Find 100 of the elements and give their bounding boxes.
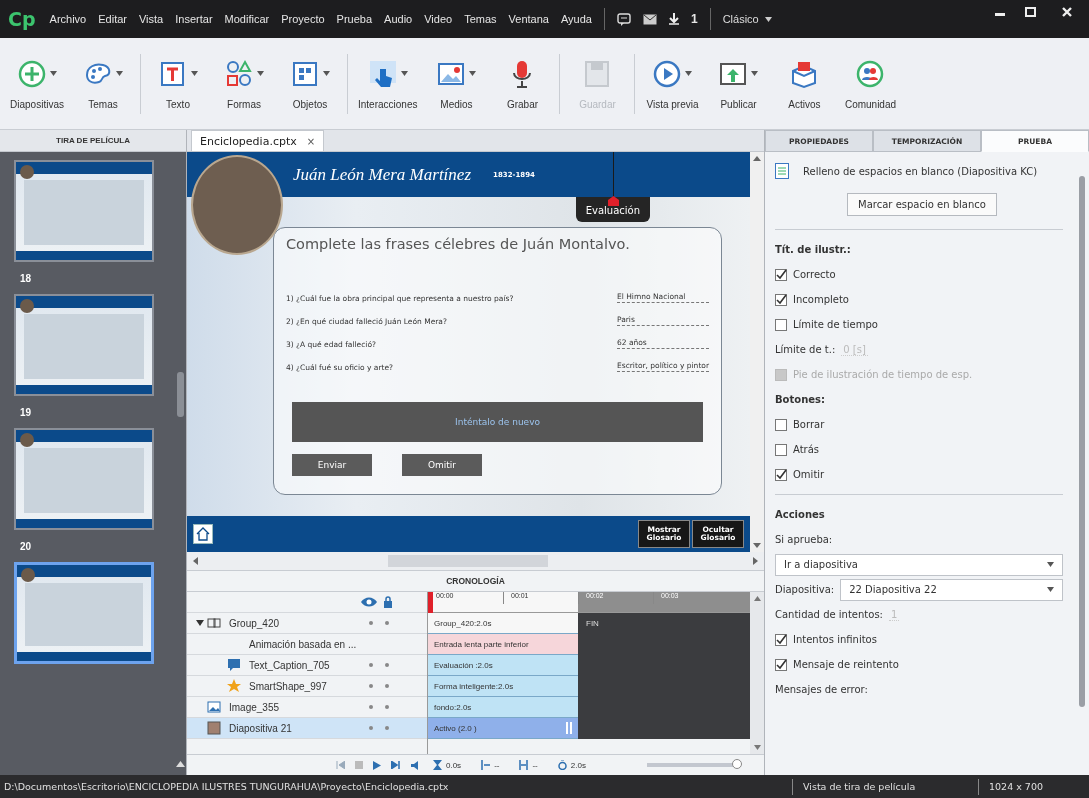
- visibility-dot[interactable]: [369, 705, 373, 709]
- visibility-dot[interactable]: [369, 726, 373, 730]
- timeline-bar[interactable]: Group_420:2.0s: [428, 613, 578, 634]
- download-icon[interactable]: [668, 13, 679, 25]
- toolbar-button[interactable]: Activos: [775, 53, 834, 114]
- caret-icon[interactable]: [469, 71, 477, 76]
- checkbox[interactable]: [775, 468, 787, 481]
- checkbox[interactable]: [775, 658, 787, 671]
- toolbar-button[interactable]: Texto: [149, 53, 207, 114]
- play-icon[interactable]: [373, 760, 381, 770]
- slide-button[interactable]: Omitir: [402, 454, 482, 476]
- checkbox[interactable]: [775, 318, 787, 331]
- menu-item[interactable]: Vista: [139, 13, 164, 25]
- document-tab[interactable]: Enciclopedia.cptx ×: [191, 130, 325, 151]
- skip-end-icon[interactable]: [391, 760, 401, 769]
- close-icon[interactable]: [1062, 7, 1072, 17]
- caret-icon[interactable]: [764, 16, 772, 22]
- visibility-icon[interactable]: [361, 597, 377, 607]
- dropdown-field[interactable]: 22 Diapositiva 22: [840, 578, 1063, 601]
- lock-dot[interactable]: [385, 663, 389, 667]
- scroll-left-icon[interactable]: [193, 557, 198, 565]
- toolbar-button[interactable]: Comunidad: [841, 53, 900, 114]
- menu-item[interactable]: Insertar: [175, 13, 213, 25]
- close-tab-button[interactable]: ×: [306, 135, 316, 147]
- scroll-down-icon[interactable]: [753, 543, 761, 548]
- checkbox[interactable]: [775, 443, 787, 456]
- layer-row[interactable]: Diapositiva 21: [187, 718, 427, 739]
- timeline-bar[interactable]: Forma inteligente:2.0s: [428, 676, 578, 697]
- scrollbar-thumb[interactable]: [388, 555, 548, 567]
- toolbar-button[interactable]: Medios: [427, 53, 486, 114]
- maximize-icon[interactable]: [1024, 7, 1036, 17]
- toolbar-button[interactable]: Objetos: [281, 53, 339, 114]
- scrollbar-thumb[interactable]: [1079, 176, 1085, 707]
- slide-tab[interactable]: Evaluación: [575, 197, 650, 222]
- timeline-bar[interactable]: Entrada lenta parte inferior: [428, 634, 578, 655]
- menu-item[interactable]: Video: [424, 13, 453, 25]
- lock-dot[interactable]: [385, 621, 389, 625]
- slide-button[interactable]: Enviar: [292, 454, 372, 476]
- caret-icon[interactable]: [685, 71, 693, 76]
- caret-icon[interactable]: [400, 71, 408, 76]
- slide-thumbnail[interactable]: [14, 562, 154, 664]
- caret-icon[interactable]: [751, 71, 759, 76]
- skip-start-icon[interactable]: [336, 760, 345, 769]
- slide-thumbnail[interactable]: [14, 160, 154, 262]
- scroll-right-icon[interactable]: [753, 557, 758, 565]
- toolbar-button[interactable]: Interacciones: [356, 53, 420, 114]
- caret-icon[interactable]: [323, 71, 330, 76]
- timeline-bar[interactable]: Evaluación :2.0s: [428, 655, 578, 676]
- timeline-bar[interactable]: Activo (2.0 ): [428, 718, 578, 739]
- dropdown-field[interactable]: Ir a diapositiva: [775, 553, 1063, 576]
- caret-icon[interactable]: [191, 71, 198, 76]
- layer-row[interactable]: Group_420: [187, 613, 427, 634]
- caret-icon[interactable]: [50, 71, 57, 76]
- menu-item[interactable]: Editar: [98, 13, 127, 25]
- timeline-bar[interactable]: fondo:2.0s: [428, 697, 578, 718]
- home-icon[interactable]: [193, 524, 213, 544]
- caret-icon[interactable]: [1047, 562, 1054, 567]
- menu-item[interactable]: Audio: [384, 13, 413, 25]
- toolbar-button[interactable]: Temas: [74, 53, 132, 114]
- visibility-dot[interactable]: [369, 663, 373, 667]
- menu-item[interactable]: Archivo: [49, 13, 87, 25]
- lock-dot[interactable]: [385, 705, 389, 709]
- menu-item[interactable]: Proyecto: [281, 13, 325, 25]
- caret-icon[interactable]: [257, 71, 264, 76]
- menu-item[interactable]: Temas: [464, 13, 497, 25]
- toolbar-button[interactable]: Diapositivas: [8, 53, 66, 114]
- bar-handle-icon[interactable]: [566, 722, 572, 734]
- checkbox[interactable]: [775, 418, 787, 431]
- toolbar-button[interactable]: Formas: [215, 53, 273, 114]
- toolbar-button[interactable]: Vista previa: [643, 53, 702, 114]
- layer-row[interactable]: Text_Caption_705: [187, 655, 427, 676]
- mail-icon[interactable]: [642, 13, 657, 25]
- visibility-dot[interactable]: [369, 684, 373, 688]
- lock-dot[interactable]: [385, 726, 389, 730]
- toolbar-button[interactable]: Publicar: [709, 53, 768, 114]
- menu-item[interactable]: Modificar: [224, 13, 270, 25]
- scrollbar-thumb[interactable]: [176, 372, 184, 417]
- menu-item[interactable]: Prueba: [336, 13, 373, 25]
- scroll-down-icon[interactable]: [753, 745, 761, 750]
- speaker-icon[interactable]: [411, 760, 421, 770]
- scroll-up-icon[interactable]: [753, 596, 761, 601]
- layer-row[interactable]: SmartShape_997: [187, 676, 427, 697]
- lock-dot[interactable]: [385, 684, 389, 688]
- layer-row[interactable]: Animación basada en ...: [187, 634, 427, 655]
- visibility-dot[interactable]: [369, 621, 373, 625]
- caret-icon[interactable]: [116, 71, 123, 76]
- workspace-dropdown[interactable]: Clásico: [722, 13, 759, 25]
- scroll-up-icon[interactable]: [753, 156, 761, 161]
- checkbox[interactable]: [775, 268, 787, 281]
- checkbox[interactable]: [775, 293, 787, 306]
- slide-thumbnail[interactable]: [14, 428, 154, 530]
- caret-icon[interactable]: [1047, 587, 1054, 592]
- expand-icon[interactable]: [196, 620, 204, 626]
- toolbar-button[interactable]: Grabar: [493, 53, 552, 114]
- checkbox[interactable]: [775, 633, 787, 646]
- slide-thumbnail[interactable]: [14, 294, 154, 396]
- lock-icon[interactable]: [383, 596, 393, 608]
- comment-icon[interactable]: [616, 12, 631, 26]
- menu-item[interactable]: Ventana: [508, 13, 549, 25]
- scroll-up-icon[interactable]: [175, 761, 185, 767]
